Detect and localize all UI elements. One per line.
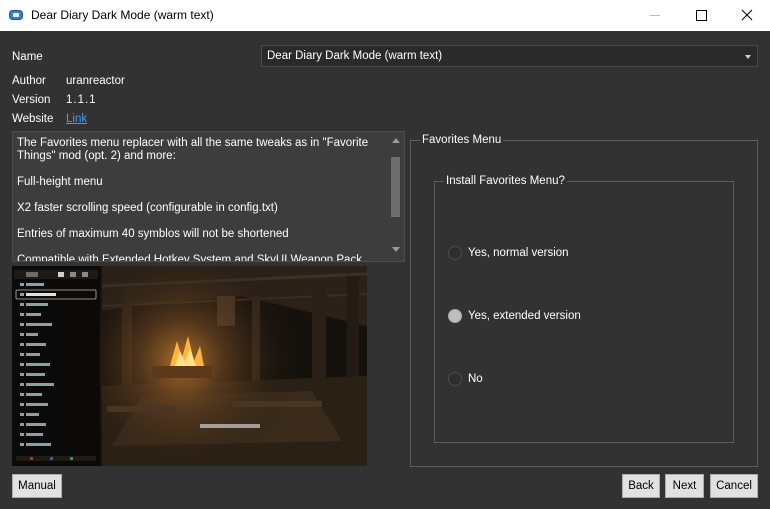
title-bar: Dear Diary Dark Mode (warm text)	[0, 0, 770, 31]
name-label: Name	[12, 51, 43, 63]
version-value: 1.1.1	[66, 94, 97, 106]
author-value: uranreactor	[66, 75, 125, 87]
scroll-down-icon[interactable]	[392, 247, 400, 252]
website-label: Website	[12, 113, 54, 125]
description-scrollbar[interactable]	[387, 132, 404, 261]
minimize-button[interactable]	[632, 0, 678, 31]
radio-label: No	[468, 373, 483, 385]
manual-button[interactable]: Manual	[12, 474, 62, 498]
maximize-icon	[696, 10, 707, 21]
website-link[interactable]: Link	[66, 113, 87, 125]
chevron-down-icon	[745, 55, 751, 59]
description-text: The Favorites menu replacer with all the…	[17, 137, 382, 262]
window-title: Dear Diary Dark Mode (warm text)	[31, 8, 214, 22]
name-select[interactable]: Dear Diary Dark Mode (warm text)	[261, 45, 758, 67]
description-paragraph: X2 faster scrolling speed (configurable …	[17, 202, 278, 214]
description-textbox[interactable]: The Favorites menu replacer with all the…	[12, 131, 405, 262]
radio-button[interactable]	[448, 246, 462, 260]
scroll-up-icon[interactable]	[392, 138, 400, 143]
minimize-icon	[650, 15, 660, 16]
next-button[interactable]: Next	[665, 474, 704, 498]
description-paragraph: Entries of maximum 40 symblos will not b…	[17, 228, 289, 240]
app-icon	[9, 10, 23, 20]
scrollbar-thumb[interactable]	[391, 157, 400, 217]
radio-button[interactable]	[448, 372, 462, 386]
version-label: Version	[12, 94, 51, 106]
description-paragraph: The Favorites menu replacer with all the…	[17, 137, 369, 162]
name-select-value: Dear Diary Dark Mode (warm text)	[267, 50, 443, 62]
favorites-menu-group-title: Favorites Menu	[420, 134, 504, 146]
install-options-group-title: Install Favorites Menu?	[444, 175, 567, 187]
close-button[interactable]	[724, 0, 770, 31]
mod-preview-image	[12, 266, 367, 466]
author-label: Author	[12, 75, 46, 87]
close-icon	[741, 9, 753, 21]
description-paragraph: Full-height menu	[17, 176, 103, 188]
maximize-button[interactable]	[678, 0, 724, 31]
radio-button[interactable]	[448, 309, 462, 323]
description-paragraph: Compatible with Extended Hotkey System a…	[17, 254, 362, 262]
cancel-button[interactable]: Cancel	[710, 474, 758, 498]
back-button[interactable]: Back	[622, 474, 660, 498]
radio-label: Yes, extended version	[468, 310, 581, 322]
radio-label: Yes, normal version	[468, 247, 569, 259]
